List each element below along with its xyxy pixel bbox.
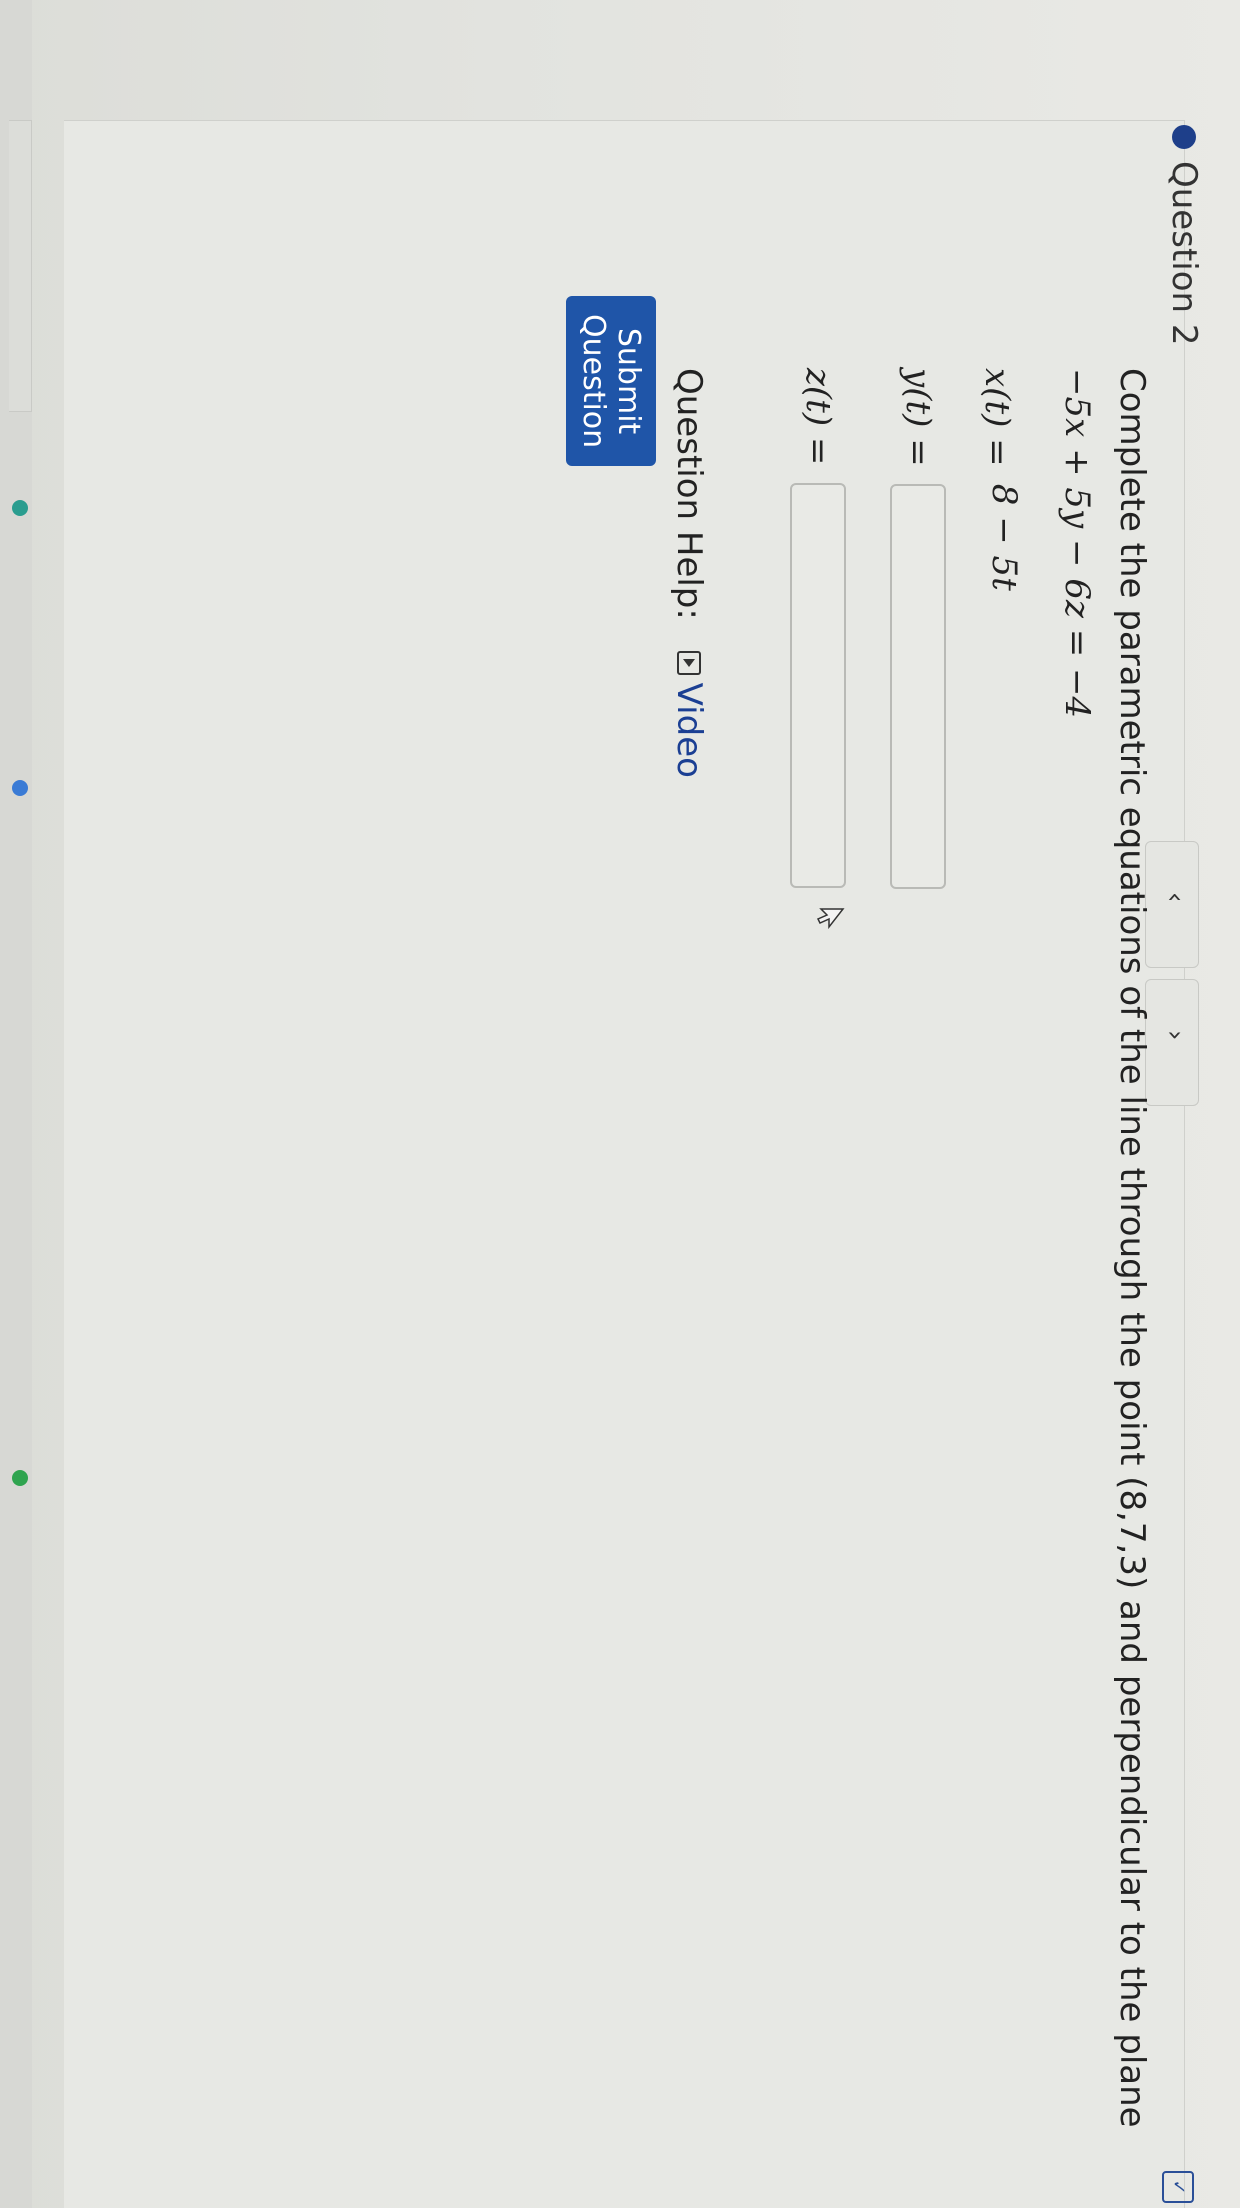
question-panel: Question 2 ‹ › ✓ Complete the parametric… bbox=[64, 120, 1204, 2208]
answer-label-y: y(t) = bbox=[898, 368, 938, 467]
video-help-label: Video bbox=[669, 682, 709, 778]
rotated-screen: Question 2 ‹ › ✓ Complete the parametric… bbox=[0, 0, 1240, 2208]
sidebar-indicator-icon bbox=[12, 500, 28, 516]
chevron-right-icon: › bbox=[1160, 1030, 1190, 1041]
video-icon bbox=[677, 650, 702, 675]
answer-row-z: z(t) = bbox=[790, 368, 846, 888]
answer-row-y: y(t) = bbox=[890, 368, 946, 889]
next-question-button[interactable]: › bbox=[1145, 979, 1199, 1106]
sidebar-indicator-icon bbox=[12, 780, 28, 796]
plane-equation: −5x + 5y − 6z = −4 bbox=[1057, 368, 1097, 719]
question-prompt: Complete the parametric equations of the… bbox=[1112, 368, 1152, 2128]
submit-question-button[interactable]: Submit Question bbox=[566, 296, 656, 467]
checkbox-icon[interactable]: ✓ bbox=[1162, 2171, 1194, 2203]
mouse-cursor-icon bbox=[816, 908, 845, 930]
question-help-label: Question Help: bbox=[669, 368, 709, 620]
sidebar-tab[interactable] bbox=[9, 120, 32, 412]
question-status-icon bbox=[1172, 125, 1196, 149]
y-answer-input[interactable] bbox=[890, 483, 946, 889]
answer-value-x: 8 − 5t bbox=[984, 483, 1024, 591]
video-help-link[interactable]: Video bbox=[669, 650, 709, 778]
chevron-left-icon: ‹ bbox=[1160, 892, 1190, 903]
question-help: Question Help: Video bbox=[669, 368, 709, 778]
answer-label-z: z(t) = bbox=[798, 368, 838, 466]
z-answer-input[interactable] bbox=[790, 482, 846, 888]
previous-question-button[interactable]: ‹ bbox=[1145, 841, 1199, 968]
sidebar-indicator-icon bbox=[12, 1470, 28, 1486]
answer-label-x: x(t) = bbox=[977, 368, 1018, 467]
answer-row-x: x(t) = 8 − 5t bbox=[978, 368, 1025, 591]
question-title: Question 2 bbox=[1164, 161, 1204, 346]
left-sidebar bbox=[0, 0, 32, 2208]
